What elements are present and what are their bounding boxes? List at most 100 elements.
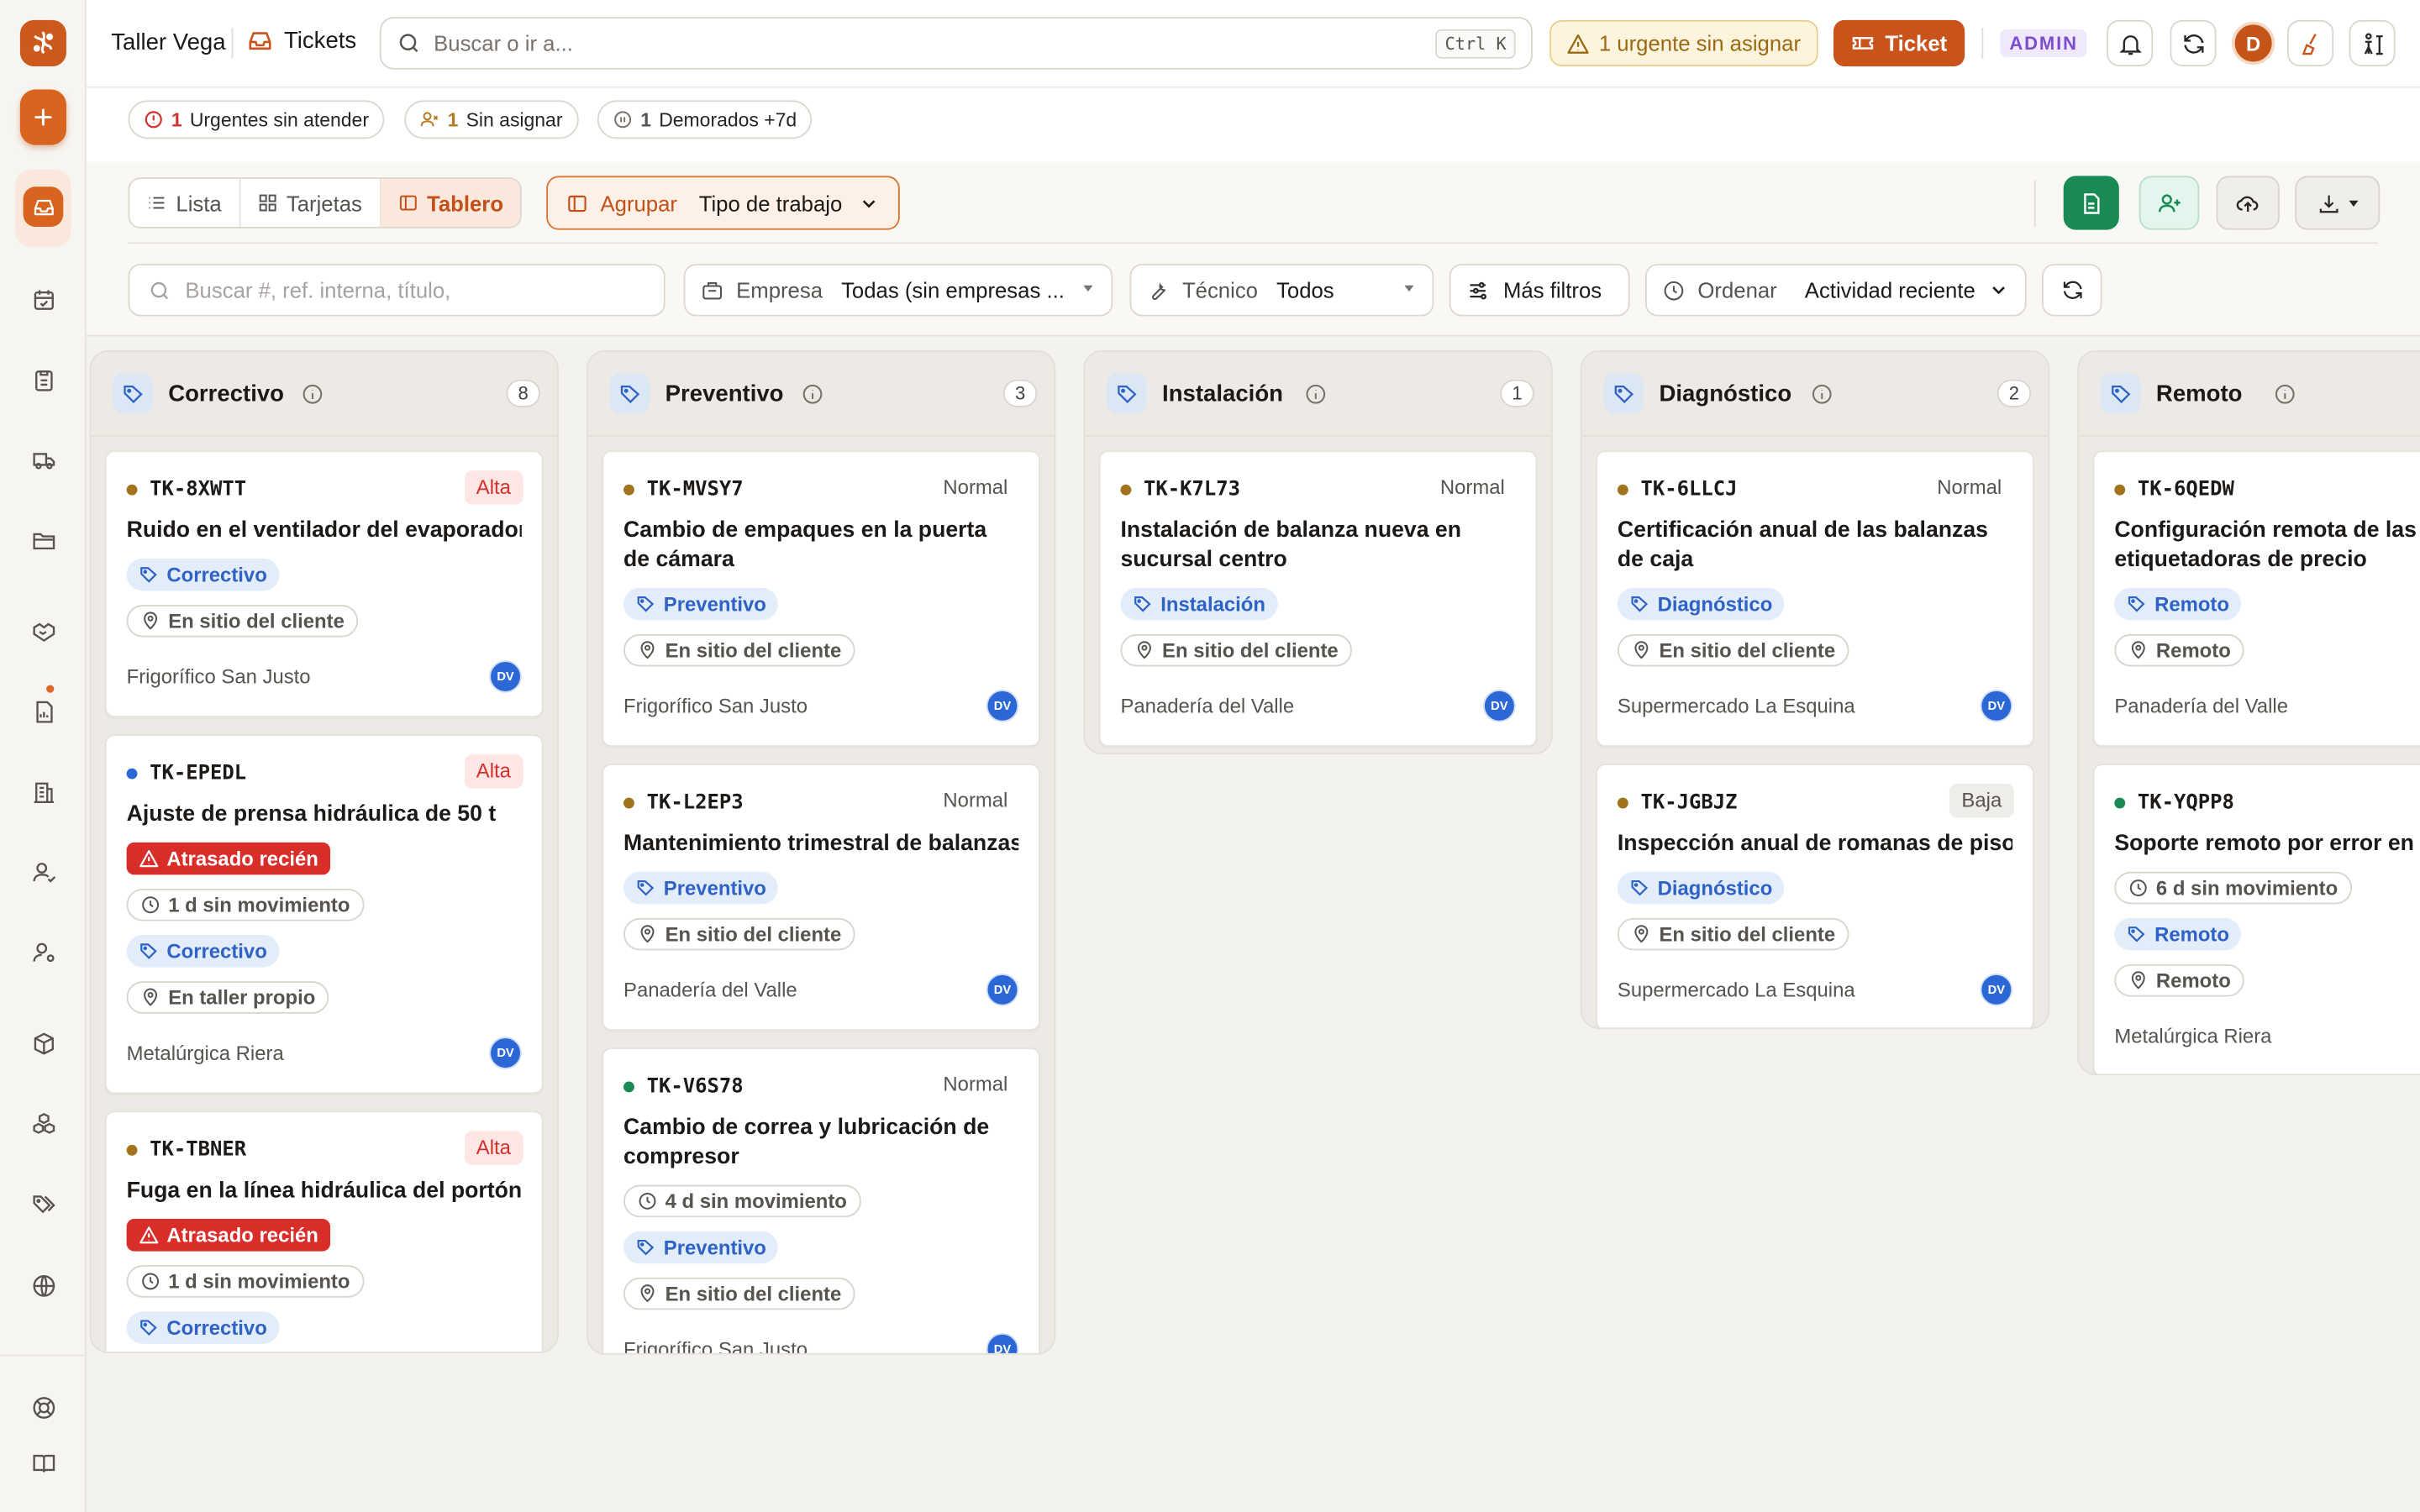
clean-button[interactable] [2287, 19, 2334, 66]
map-pin-icon [140, 988, 160, 1008]
ticket-card[interactable]: TK-EPEDL Alta Ajuste de prensa hidráulica … [104, 734, 544, 1095]
ticket-card[interactable]: TK-TBNER Alta Fuga en la línea hidráulica … [104, 1110, 544, 1352]
column-header[interactable]: Preventivo 3 [587, 352, 1055, 437]
assignee-avatar[interactable]: DV [986, 1332, 1019, 1353]
app-logo[interactable] [19, 19, 66, 66]
assignee-avatar[interactable]: DV [489, 1036, 522, 1068]
status-dot [1617, 483, 1628, 495]
more-filters-button[interactable]: Más filtros [1449, 264, 1630, 317]
download-button[interactable] [2295, 176, 2381, 230]
reload-board-button[interactable] [2042, 264, 2102, 317]
ticket-tag-stale: 1 d sin movimiento [126, 1265, 365, 1298]
ticket-card[interactable]: TK-JGBJZ Baja Inspección anual de romanas … [1596, 764, 2034, 1028]
upload-button[interactable] [2216, 176, 2280, 230]
view-cards-tab[interactable]: Tarjetas [240, 179, 381, 228]
info-icon[interactable] [1304, 383, 1328, 407]
assignee-avatar[interactable]: DV [986, 973, 1019, 1005]
ticket-search-input[interactable]: Buscar #, ref. interna, título, [128, 264, 666, 317]
clipboard-icon[interactable] [29, 365, 57, 393]
folder-icon[interactable] [29, 526, 57, 554]
info-icon[interactable] [2274, 383, 2297, 407]
ticket-card[interactable]: TK-L2EP3 Normal Mantenimiento trimestral d… [602, 764, 1040, 1031]
export-sheet-button[interactable] [2063, 176, 2119, 230]
ticket-card[interactable]: TK-6LLCJ Normal Certificación anual de las… [1596, 450, 2034, 747]
user-check-icon[interactable] [29, 858, 57, 885]
assignee-avatar[interactable]: DV [1980, 973, 2013, 1005]
refresh-button[interactable] [2170, 19, 2217, 66]
ticket-title: Certificación anual de las balanzas de c… [1617, 518, 1989, 573]
chip-urgentes[interactable]: 1 Urgentes sin atender [128, 100, 385, 139]
status-dot [623, 796, 634, 808]
ticket-card[interactable]: TK-YQPP8 Soporte remoto por error en el s… [2092, 764, 2420, 1074]
column-title: Instalación [1162, 381, 1283, 407]
globe-icon[interactable] [29, 1271, 57, 1299]
boxes-icon[interactable] [29, 1110, 57, 1137]
building-icon[interactable] [29, 778, 57, 806]
technician-filter-value: Todos [1276, 277, 1334, 303]
add-contact-button[interactable] [2139, 176, 2200, 230]
ticket-card[interactable]: TK-K7L73 Normal Instalación de balanza nue… [1098, 450, 1538, 747]
client-name: Panadería del Valle [2114, 693, 2288, 717]
cloud-upload-icon [2235, 190, 2261, 216]
info-icon[interactable] [801, 383, 824, 407]
user-plus-icon [2157, 191, 2181, 215]
assignee-avatar[interactable]: DV [1483, 689, 1516, 722]
breadcrumb[interactable]: Tickets [247, 28, 356, 54]
tags-icon[interactable] [29, 1189, 57, 1217]
accessibility-button[interactable] [2349, 19, 2396, 66]
ticket-icon [1851, 31, 1876, 55]
ticket-tag-type: Correctivo [126, 1311, 280, 1344]
global-search-input[interactable]: Buscar o ir a... Ctrl K [379, 17, 1533, 70]
chip-sin-asignar[interactable]: 1 Sin asignar [404, 100, 578, 139]
view-board-tab[interactable]: Tablero [380, 179, 521, 228]
assignee-avatar[interactable]: DV [1980, 689, 2013, 722]
ticket-code: TK-MVSY7 [646, 477, 744, 501]
ticket-title: Fuga en la línea hidráulica del portón [126, 1179, 522, 1204]
group-by-select[interactable]: Agrupar Tipo de trabajo [546, 176, 900, 230]
column-header[interactable]: Correctivo 8 [91, 352, 558, 437]
ticket-card[interactable]: TK-6QEDW Configuración remota de las etiq… [2092, 450, 2420, 747]
info-icon[interactable] [301, 383, 324, 407]
info-icon[interactable] [1810, 383, 1833, 407]
column-header[interactable]: Remoto [2079, 352, 2420, 437]
calendar-icon[interactable] [29, 286, 57, 313]
user-settings-icon[interactable] [29, 938, 57, 966]
chevron-down-icon [1988, 279, 2010, 301]
new-ticket-button[interactable]: Ticket [1833, 19, 1965, 66]
sidebar-item-tickets[interactable] [15, 170, 71, 247]
assignee-avatar[interactable]: DV [489, 659, 522, 692]
box-icon[interactable] [29, 1029, 57, 1057]
handshake-icon[interactable] [29, 617, 57, 645]
create-new-button[interactable] [19, 89, 66, 145]
priority-badge: Alta [464, 754, 523, 789]
notifications-button[interactable] [2107, 19, 2154, 66]
column-header[interactable]: Instalación 1 [1085, 352, 1551, 437]
chip-count: 1 [171, 108, 182, 131]
assignee-avatar[interactable]: DV [986, 689, 1019, 722]
priority-badge: Normal [943, 1072, 1008, 1096]
map-pin-icon [1134, 640, 1155, 660]
building-icon [701, 279, 724, 302]
help-icon[interactable] [29, 1394, 57, 1421]
user-avatar[interactable]: D [2231, 21, 2275, 66]
sort-select[interactable]: Ordenar Actividad reciente [1644, 264, 2027, 317]
technician-filter-select[interactable]: Técnico Todos [1129, 264, 1434, 317]
priority-badge: Normal [943, 475, 1008, 499]
org-name[interactable]: Taller Vega [111, 29, 225, 55]
chip-demorados[interactable]: 1 Demorados +7d [597, 100, 813, 139]
ticket-card[interactable]: TK-8XWTT Alta Ruido en el ventilador del e… [104, 450, 544, 718]
download-icon [2317, 191, 2341, 215]
report-icon[interactable] [29, 697, 57, 725]
tag-label: Remoto [2155, 638, 2231, 662]
book-icon[interactable] [29, 1449, 57, 1477]
column-header[interactable]: Diagnóstico 2 [1581, 352, 2049, 437]
tag-icon [139, 941, 159, 961]
ticket-card[interactable]: TK-MVSY7 Normal Cambio de empaques en la p… [602, 450, 1040, 747]
view-list-tab[interactable]: Lista [129, 179, 240, 228]
ticket-card[interactable]: TK-V6S78 Normal Cambio de correa y lubrica… [602, 1047, 1040, 1353]
urgent-unassigned-alert[interactable]: 1 urgente sin asignar [1549, 19, 1818, 66]
truck-icon[interactable] [29, 446, 57, 474]
company-filter-select[interactable]: Empresa Todas (sin empresas ... [683, 264, 1113, 317]
warning-icon [1566, 32, 1590, 55]
column-count: 1 [1500, 379, 1534, 407]
